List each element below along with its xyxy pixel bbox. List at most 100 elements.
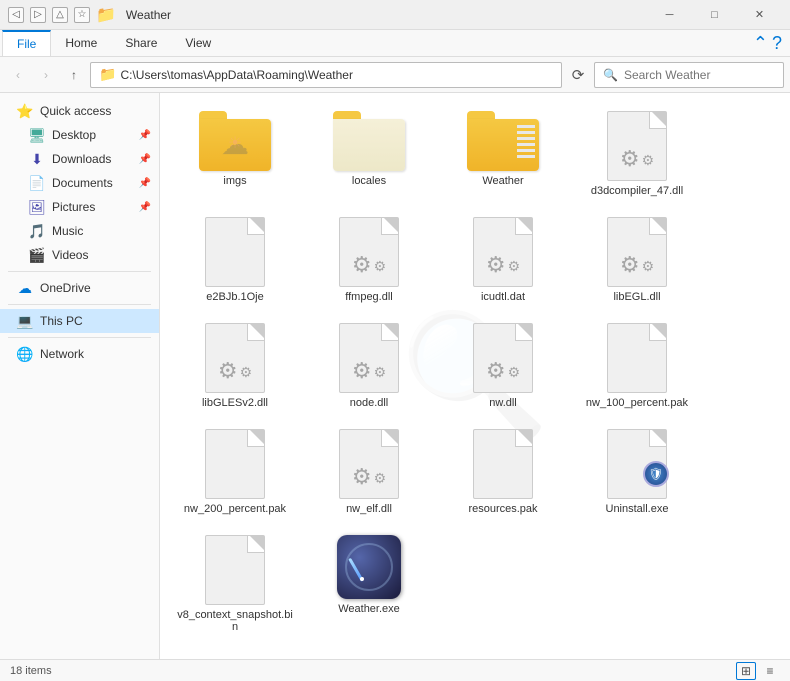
title-bar-up-icon[interactable]: △ (52, 7, 68, 23)
sidebar-label-documents: Documents (52, 176, 133, 190)
videos-icon: 🎬 (28, 247, 46, 264)
documents-icon: 📄 (28, 175, 46, 192)
address-bar[interactable]: 📁 C:\Users\tomas\AppData\Roaming\Weather (90, 62, 562, 88)
ribbon-expand-icon[interactable]: ⌃ (753, 33, 768, 54)
gear-icon-libglesv2: ⚙ (218, 358, 238, 384)
shield-badge: 🛡 (643, 461, 669, 487)
file-corner-nw200 (250, 430, 264, 444)
help-icon[interactable]: ? (772, 33, 782, 54)
tab-view[interactable]: View (171, 30, 225, 56)
title-bar-bookmark-icon[interactable]: ☆ (74, 7, 90, 23)
sun-icon: ☀ (228, 133, 242, 153)
file-corner-node (384, 324, 398, 338)
file-item-libglesv2[interactable]: ⚙ ⚙ libGLESv2.dll (170, 315, 300, 417)
file-gears-node: ⚙ ⚙ (352, 358, 386, 384)
navigation-bar: ‹ › ↑ 📁 C:\Users\tomas\AppData\Roaming\W… (0, 57, 790, 93)
downloads-icon: ⬇ (28, 151, 46, 168)
window-controls: ─ □ ✕ (647, 0, 782, 30)
refresh-button[interactable]: ⟳ (566, 63, 590, 87)
pin-icon: 📌 (139, 130, 151, 141)
shield-icon: 🛡 (648, 467, 663, 481)
file-gears-libglesv2: ⚙ ⚙ (218, 358, 252, 384)
minimize-button[interactable]: ─ (647, 0, 692, 30)
file-item-d3dcompiler[interactable]: ⚙ ⚙ d3dcompiler_47.dll (572, 103, 702, 205)
sidebar-item-downloads[interactable]: ⬇ Downloads 📌 (0, 147, 159, 171)
search-input[interactable] (624, 68, 779, 82)
gear-small-ffmpeg: ⚙ (374, 258, 387, 284)
file-item-libegl[interactable]: ⚙ ⚙ libEGL.dll (572, 209, 702, 311)
sidebar-item-network[interactable]: 🌐 Network (0, 342, 159, 366)
title-bar-back-icon[interactable]: ◁ (8, 7, 24, 23)
sidebar-item-videos[interactable]: 🎬 Videos (0, 243, 159, 267)
folder-icon-locales (333, 111, 405, 171)
file-item-nw100[interactable]: nw_100_percent.pak (572, 315, 702, 417)
gear-small-nw: ⚙ (508, 364, 521, 390)
gear-small-node: ⚙ (374, 364, 387, 390)
file-name-weather-exe: Weather.exe (338, 603, 400, 615)
search-box: 🔍 (594, 62, 784, 88)
sidebar-label-downloads: Downloads (52, 152, 133, 166)
file-item-ffmpeg[interactable]: ⚙ ⚙ ffmpeg.dll (304, 209, 434, 311)
file-name-weather-folder: Weather (482, 175, 523, 187)
file-corner (652, 112, 666, 126)
file-corner-ffmpeg (384, 218, 398, 232)
title-bar-forward-icon[interactable]: ▷ (30, 7, 46, 23)
folder-body: ☁ ☀ (199, 119, 271, 171)
sidebar-label-desktop: Desktop (52, 128, 133, 142)
sidebar-divider-2 (8, 304, 151, 305)
file-name-uninstall: Uninstall.exe (606, 503, 669, 515)
view-large-icons-button[interactable]: ⊞ (736, 662, 756, 680)
up-button[interactable]: ↑ (62, 63, 86, 87)
folder-icon-address: 📁 (99, 66, 116, 83)
sidebar-label-videos: Videos (52, 248, 151, 262)
pin-icon-dl: 📌 (139, 154, 151, 165)
file-item-nw[interactable]: ⚙ ⚙ nw.dll (438, 315, 568, 417)
file-item-imgs[interactable]: ☁ ☀ imgs (170, 103, 300, 205)
file-item-locales[interactable]: locales (304, 103, 434, 205)
sidebar-item-documents[interactable]: 📄 Documents 📌 (0, 171, 159, 195)
file-item-uninstall[interactable]: 🛡 Uninstall.exe (572, 421, 702, 523)
file-gears-icudtl: ⚙ ⚙ (486, 252, 520, 278)
tab-file[interactable]: File (2, 30, 51, 56)
pictures-icon: 🖼 (28, 199, 46, 216)
sidebar-item-quick-access[interactable]: ⭐ Quick access (0, 99, 159, 123)
desktop-icon: 🖥 (28, 127, 46, 144)
file-grid: ☁ ☀ imgs locales (170, 103, 780, 641)
back-button[interactable]: ‹ (6, 63, 30, 87)
file-doc-nw100 (607, 323, 667, 393)
file-item-resources[interactable]: resources.pak (438, 421, 568, 523)
tab-share[interactable]: Share (111, 30, 171, 56)
gear-icon-icudtl: ⚙ (486, 252, 506, 278)
sidebar-item-this-pc[interactable]: 💻 This PC (0, 309, 159, 333)
file-item-e2bjb[interactable]: e2BJb.1Oje (170, 209, 300, 311)
pin-icon-doc: 📌 (139, 178, 151, 189)
file-item-weather-exe[interactable]: Weather.exe (304, 527, 434, 641)
file-doc-libglesv2: ⚙ ⚙ (205, 323, 265, 393)
gear-icon-node: ⚙ (352, 358, 372, 384)
onedrive-icon: ☁ (16, 280, 34, 297)
file-item-node[interactable]: ⚙ ⚙ node.dll (304, 315, 434, 417)
file-corner-resources (518, 430, 532, 444)
gear-small-libglesv2: ⚙ (240, 364, 253, 390)
sidebar-item-music[interactable]: 🎵 Music (0, 219, 159, 243)
file-gears-nwelf: ⚙ ⚙ (352, 464, 386, 490)
file-item-icudtl[interactable]: ⚙ ⚙ icudtl.dat (438, 209, 568, 311)
file-doc-v8snapshot (205, 535, 265, 605)
tab-home[interactable]: Home (51, 30, 111, 56)
sidebar-item-onedrive[interactable]: ☁ OneDrive (0, 276, 159, 300)
sidebar-item-pictures[interactable]: 🖼 Pictures 📌 (0, 195, 159, 219)
view-details-button[interactable]: ≡ (760, 662, 780, 680)
weather-exe-icon (337, 535, 401, 599)
file-item-weather-folder[interactable]: Weather (438, 103, 568, 205)
file-item-nw200[interactable]: nw_200_percent.pak (170, 421, 300, 523)
sidebar-item-desktop[interactable]: 🖥 Desktop 📌 (0, 123, 159, 147)
file-item-v8snapshot[interactable]: v8_context_snapshot.bin (170, 527, 300, 641)
uninstall-exe-wrapper: 🛡 (605, 429, 669, 499)
file-item-nwelf[interactable]: ⚙ ⚙ nw_elf.dll (304, 421, 434, 523)
forward-button[interactable]: › (34, 63, 58, 87)
close-button[interactable]: ✕ (737, 0, 782, 30)
file-name-e2bjb: e2BJb.1Oje (206, 291, 263, 303)
maximize-button[interactable]: □ (692, 0, 737, 30)
file-doc-node: ⚙ ⚙ (339, 323, 399, 393)
file-doc-nwelf: ⚙ ⚙ (339, 429, 399, 499)
